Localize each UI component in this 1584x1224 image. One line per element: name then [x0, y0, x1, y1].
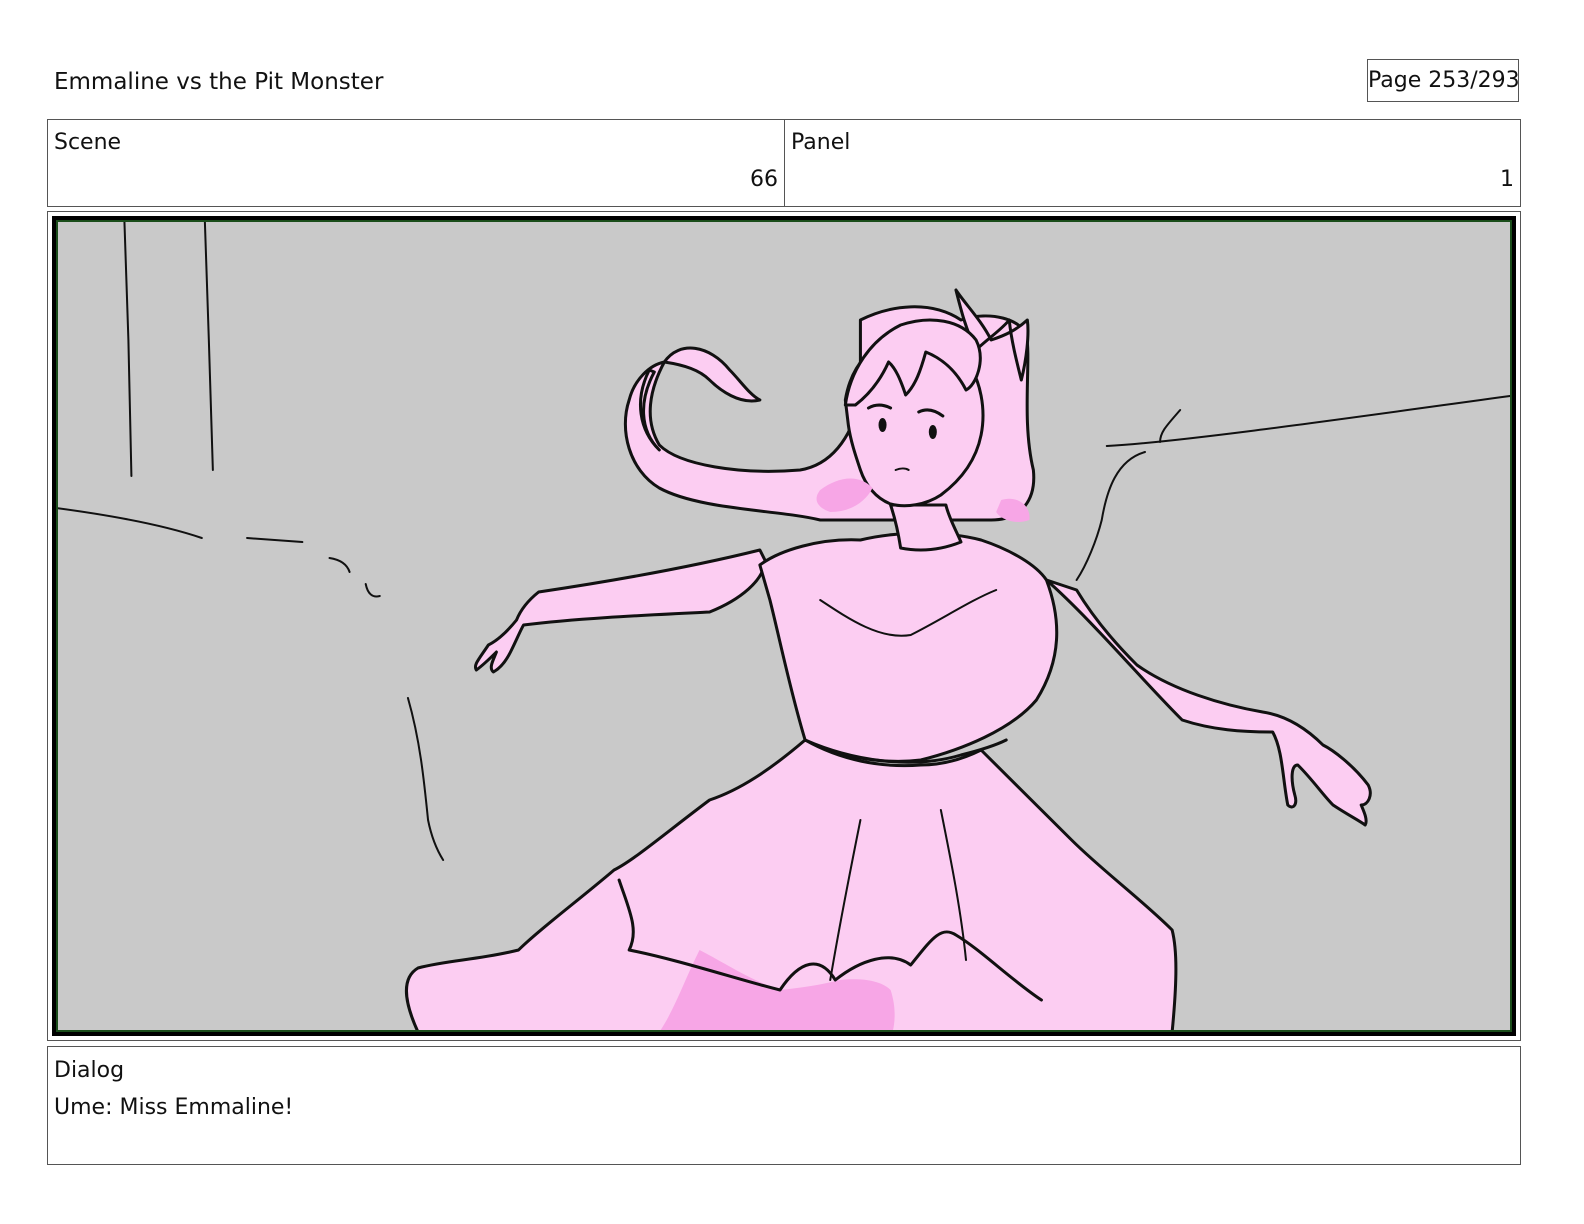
dialog-label: Dialog — [54, 1058, 125, 1083]
storyboard-drawing — [56, 220, 1512, 1032]
right-eye — [928, 425, 937, 439]
hair-strand — [662, 346, 762, 403]
torso — [758, 531, 1059, 763]
character-figure — [404, 288, 1372, 1032]
page-indicator: Page 253/293 — [1367, 59, 1520, 102]
skirt — [404, 738, 1178, 1032]
dialog-text: Ume: Miss Emmaline! — [54, 1095, 294, 1120]
panel-number: 1 — [1500, 167, 1514, 192]
panel-label: Panel — [791, 130, 851, 155]
scene-cell: Scene 66 — [48, 120, 785, 206]
storyboard-image-border — [52, 216, 1516, 1036]
scene-number: 66 — [750, 167, 778, 192]
document-title: Emmaline vs the Pit Monster — [54, 69, 384, 95]
dialog-box: Dialog Ume: Miss Emmaline! — [47, 1046, 1521, 1165]
storyboard-frame — [47, 211, 1521, 1041]
scene-label: Scene — [54, 130, 122, 155]
left-eye — [878, 418, 887, 432]
panel-cell: Panel 1 — [785, 120, 1520, 206]
right-arm — [1044, 578, 1372, 827]
scene-panel-info: Scene 66 Panel 1 — [47, 119, 1521, 207]
left-arm — [474, 548, 767, 674]
